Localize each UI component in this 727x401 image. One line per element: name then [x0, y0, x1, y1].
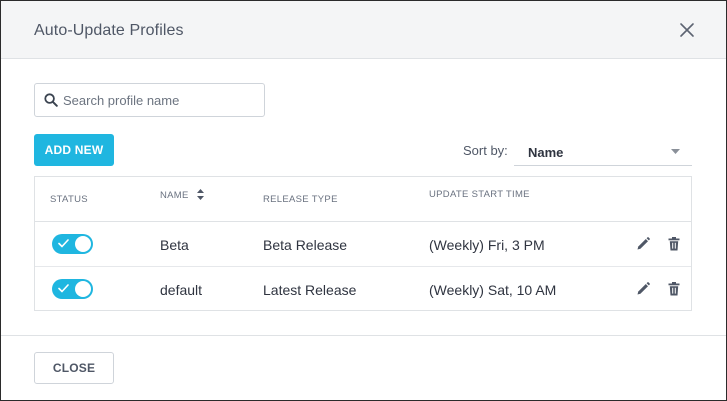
close-button[interactable]: CLOSE — [34, 352, 114, 384]
check-icon — [58, 284, 69, 293]
table-row: Beta Beta Release (Weekly) Fri, 3 PM — [35, 222, 691, 267]
search-input[interactable] — [63, 84, 261, 116]
check-icon — [58, 239, 69, 248]
status-toggle[interactable] — [52, 234, 93, 254]
header-name[interactable]: NAME — [160, 189, 204, 201]
profile-name: default — [160, 282, 203, 298]
header-name-label: NAME — [160, 190, 189, 201]
header-update-start-time: UPDATE START TIME — [429, 189, 530, 200]
edit-icon[interactable] — [635, 236, 651, 252]
release-type: Latest Release — [263, 282, 357, 298]
search-box — [34, 83, 265, 117]
toggle-knob — [75, 281, 91, 297]
footer-divider — [1, 335, 726, 336]
edit-icon[interactable] — [635, 281, 651, 297]
dialog-title: Auto-Update Profiles — [34, 22, 184, 39]
toggle-knob — [75, 236, 91, 252]
profiles-table: STATUS NAME RELEASE TYPE UPDATE START TI… — [34, 176, 692, 311]
trash-icon[interactable] — [666, 281, 682, 297]
sort-by-label: Sort by: — [463, 143, 508, 158]
profile-name: Beta — [160, 237, 189, 253]
trash-icon[interactable] — [666, 236, 682, 252]
status-toggle[interactable] — [52, 279, 93, 299]
update-start-time: (Weekly) Sat, 10 AM — [429, 282, 557, 298]
sort-arrows-icon — [196, 189, 204, 200]
sort-select-value: Name — [528, 145, 564, 160]
auto-update-profiles-dialog: Auto-Update Profiles ADD NEW Sort by: Na… — [0, 0, 727, 401]
update-start-time: (Weekly) Fri, 3 PM — [429, 237, 545, 253]
table-row: default Latest Release (Weekly) Sat, 10 … — [35, 267, 691, 312]
caret-down-icon — [671, 149, 680, 154]
sort-select[interactable]: Name — [514, 136, 692, 166]
dialog-header: Auto-Update Profiles — [1, 1, 726, 59]
table-header: STATUS NAME RELEASE TYPE UPDATE START TI… — [35, 177, 691, 222]
search-icon — [44, 93, 58, 107]
header-status: STATUS — [50, 194, 88, 205]
header-release-type: RELEASE TYPE — [263, 194, 338, 205]
add-new-button[interactable]: ADD NEW — [34, 134, 114, 166]
close-icon[interactable] — [678, 21, 696, 39]
release-type: Beta Release — [263, 237, 348, 253]
